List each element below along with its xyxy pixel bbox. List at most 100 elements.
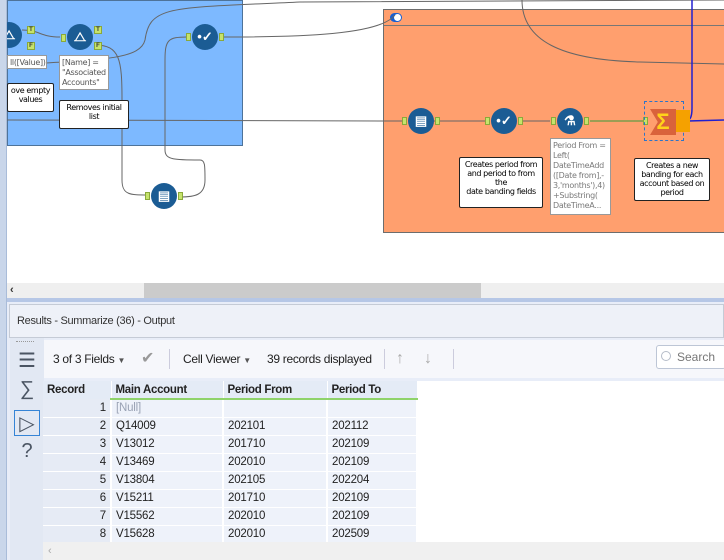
input-anchor[interactable]: [551, 117, 556, 125]
column-header-period-to[interactable]: Period To: [327, 381, 418, 400]
scroll-left-icon[interactable]: ‹: [10, 283, 14, 298]
comment-remove-empty[interactable]: ove empty values: [7, 83, 54, 112]
multi-row-formula-tool[interactable]: ▤: [408, 108, 434, 134]
main-account-cell[interactable]: V15562: [111, 507, 224, 526]
table-row[interactable]: 6 V15211 201710 202109: [43, 489, 418, 508]
table-row[interactable]: 3 V13012 201710 202109: [43, 435, 418, 454]
cell-viewer-label: Cell Viewer: [183, 352, 241, 366]
search-placeholder: Search: [677, 350, 716, 364]
summary-view-icon[interactable]: ∑: [14, 376, 40, 402]
table-row[interactable]: 8 V15628 202010 202509: [43, 525, 418, 544]
period-from-cell[interactable]: [223, 399, 328, 418]
main-account-cell[interactable]: V15211: [111, 489, 224, 508]
summarize-icon: Σ: [650, 109, 676, 135]
select-tool[interactable]: •✓: [192, 24, 218, 50]
period-from-cell[interactable]: 202010: [223, 507, 328, 526]
cell-viewer-dropdown[interactable]: Cell Viewer ▼: [183, 340, 251, 380]
period-to-cell[interactable]: 202109: [327, 435, 418, 454]
summarize-tool-selected[interactable]: Σ: [644, 101, 690, 141]
table-view-icon[interactable]: ☰: [14, 348, 40, 374]
apply-checkmark-icon[interactable]: ✔: [141, 340, 154, 378]
main-account-cell[interactable]: V13804: [111, 471, 224, 490]
input-anchor[interactable]: [402, 117, 407, 125]
comment-removes-initial[interactable]: Removes initial list: [59, 100, 129, 129]
comment-creates-period[interactable]: Creates period from and period to from t…: [459, 157, 543, 208]
record-cell[interactable]: 1: [43, 399, 112, 418]
arrow-up-icon[interactable]: ↑: [396, 340, 404, 378]
input-anchor[interactable]: [485, 117, 490, 125]
period-from-cell[interactable]: 202101: [223, 417, 328, 436]
table-row[interactable]: 4 V13469 202010 202109: [43, 453, 418, 472]
wire: [683, 0, 693, 122]
period-from-cell[interactable]: 201710: [223, 489, 328, 508]
record-cell[interactable]: 6: [43, 489, 112, 508]
wire: [164, 36, 206, 198]
main-account-cell[interactable]: V15628: [111, 525, 224, 544]
input-anchor[interactable]: [186, 33, 191, 41]
filter-false-anchor[interactable]: F: [94, 42, 102, 50]
workflow-canvas[interactable]: ⧍ T F ⧍ T F ll([Value]) [Name] = "Associ…: [0, 0, 724, 283]
select-tool[interactable]: •✓: [491, 108, 517, 134]
comment-new-banding[interactable]: Creates a new banding for each account b…: [634, 158, 710, 201]
record-cell[interactable]: 8: [43, 525, 112, 544]
main-account-cell[interactable]: [Null]: [111, 399, 224, 418]
fields-selector[interactable]: 3 of 3 Fields ▼: [53, 340, 125, 380]
scrollbar-thumb[interactable]: [144, 283, 481, 298]
period-from-cell[interactable]: 201710: [223, 435, 328, 454]
multi-row-formula-tool[interactable]: ▤: [151, 183, 177, 209]
scroll-left-icon[interactable]: ‹: [48, 545, 52, 557]
period-to-cell[interactable]: 202109: [327, 507, 418, 526]
filter-true-anchor[interactable]: T: [94, 26, 102, 34]
output-anchor[interactable]: [584, 117, 589, 125]
filter-tool[interactable]: ⧍: [67, 24, 93, 50]
input-anchor[interactable]: [61, 34, 66, 42]
search-icon: [661, 351, 671, 361]
results-toolbar: 3 of 3 Fields ▼ ✔ Cell Viewer ▼ 39 recor…: [44, 340, 724, 378]
record-cell[interactable]: 7: [43, 507, 112, 526]
drag-grip[interactable]: [16, 341, 34, 343]
period-to-cell[interactable]: 202109: [327, 453, 418, 472]
help-icon[interactable]: ?: [14, 438, 40, 464]
table-row[interactable]: 1 [Null]: [43, 399, 418, 418]
column-header-record[interactable]: Record: [43, 381, 112, 399]
column-header-main-account[interactable]: Main Account: [111, 381, 224, 400]
record-cell[interactable]: 3: [43, 435, 112, 454]
table-row[interactable]: 7 V15562 202010 202109: [43, 507, 418, 526]
results-grid: Record Main Account Period From Period T…: [43, 381, 418, 544]
record-cell[interactable]: 4: [43, 453, 112, 472]
input-anchor[interactable]: [145, 192, 150, 200]
window-left-edge: [0, 0, 7, 560]
record-cell[interactable]: 2: [43, 417, 112, 436]
table-row[interactable]: 5 V13804 202105 202204: [43, 471, 418, 490]
search-input[interactable]: Search: [656, 345, 724, 369]
period-from-cell[interactable]: 202010: [223, 525, 328, 544]
period-to-cell[interactable]: 202112: [327, 417, 418, 436]
wire: [223, 14, 396, 38]
main-account-cell[interactable]: V13012: [111, 435, 224, 454]
record-cell[interactable]: 5: [43, 471, 112, 490]
filter-true-anchor[interactable]: T: [27, 26, 35, 34]
wire: [6, 0, 724, 66]
output-anchor[interactable]: [178, 192, 183, 200]
table-row[interactable]: 2 Q14009 202101 202112: [43, 417, 418, 436]
output-anchor[interactable]: [219, 33, 224, 41]
period-to-cell[interactable]: 202509: [327, 525, 418, 544]
period-to-cell[interactable]: 202109: [327, 489, 418, 508]
period-from-cell[interactable]: 202010: [223, 453, 328, 472]
output-anchor-highlighted[interactable]: [676, 110, 690, 132]
wire: [521, 0, 724, 65]
canvas-horizontal-scrollbar[interactable]: ‹: [7, 283, 724, 298]
column-header-period-from[interactable]: Period From: [223, 381, 328, 400]
arrow-down-icon[interactable]: ↓: [424, 340, 432, 378]
period-to-cell[interactable]: 202204: [327, 471, 418, 490]
main-account-cell[interactable]: Q14009: [111, 417, 224, 436]
grid-horizontal-scrollbar[interactable]: ‹: [43, 542, 724, 560]
formula-tool[interactable]: ⚗: [557, 108, 583, 134]
period-to-cell[interactable]: [327, 399, 418, 418]
main-account-cell[interactable]: V13469: [111, 453, 224, 472]
metadata-view-icon[interactable]: ▷: [14, 410, 40, 436]
output-anchor[interactable]: [518, 117, 523, 125]
output-anchor[interactable]: [435, 117, 440, 125]
period-from-cell[interactable]: 202105: [223, 471, 328, 490]
filter-false-anchor[interactable]: F: [27, 42, 35, 50]
